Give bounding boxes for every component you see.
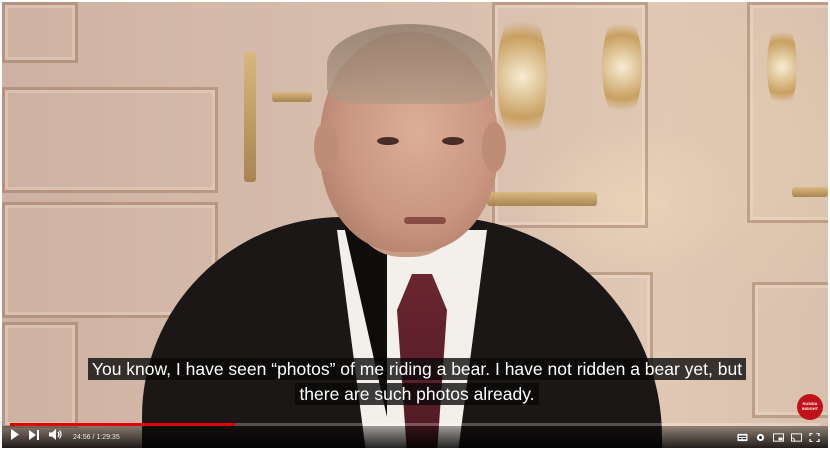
wall-panel bbox=[2, 87, 218, 193]
gilded-ornament bbox=[487, 192, 597, 206]
crystal-ornament bbox=[497, 7, 547, 147]
volume-icon[interactable] bbox=[49, 426, 62, 448]
crystal-ornament bbox=[602, 12, 642, 122]
gilded-ornament bbox=[272, 92, 312, 102]
ear bbox=[314, 122, 338, 172]
crystal-ornament bbox=[767, 22, 797, 112]
play-icon[interactable] bbox=[10, 426, 20, 448]
cast-icon[interactable] bbox=[791, 432, 802, 442]
subtitle-caption: You know, I have seen “photos” of me rid… bbox=[32, 357, 802, 407]
fullscreen-icon[interactable] bbox=[809, 432, 820, 442]
video-player[interactable]: You know, I have seen “photos” of me rid… bbox=[2, 2, 828, 448]
subtitle-line-2: there are such photos already. bbox=[295, 383, 539, 405]
channel-watermark-logo: RUSSIA INSIGHT bbox=[797, 394, 823, 420]
mouth bbox=[404, 217, 446, 224]
hair bbox=[327, 24, 492, 104]
eye bbox=[377, 137, 399, 145]
time-display: 24:56 / 1:29:35 bbox=[73, 433, 120, 441]
ear bbox=[482, 122, 506, 172]
subtitles-icon[interactable] bbox=[737, 433, 748, 442]
eye bbox=[442, 137, 464, 145]
gilded-ornament bbox=[792, 187, 828, 197]
next-icon[interactable] bbox=[29, 426, 40, 448]
control-bar: 24:56 / 1:29:35 bbox=[2, 426, 828, 448]
door-handle bbox=[244, 52, 256, 182]
subtitle-line-1: You know, I have seen “photos” of me rid… bbox=[87, 358, 747, 380]
wall-panel bbox=[2, 2, 78, 63]
miniplayer-icon[interactable] bbox=[773, 432, 784, 442]
settings-icon[interactable] bbox=[755, 433, 766, 442]
